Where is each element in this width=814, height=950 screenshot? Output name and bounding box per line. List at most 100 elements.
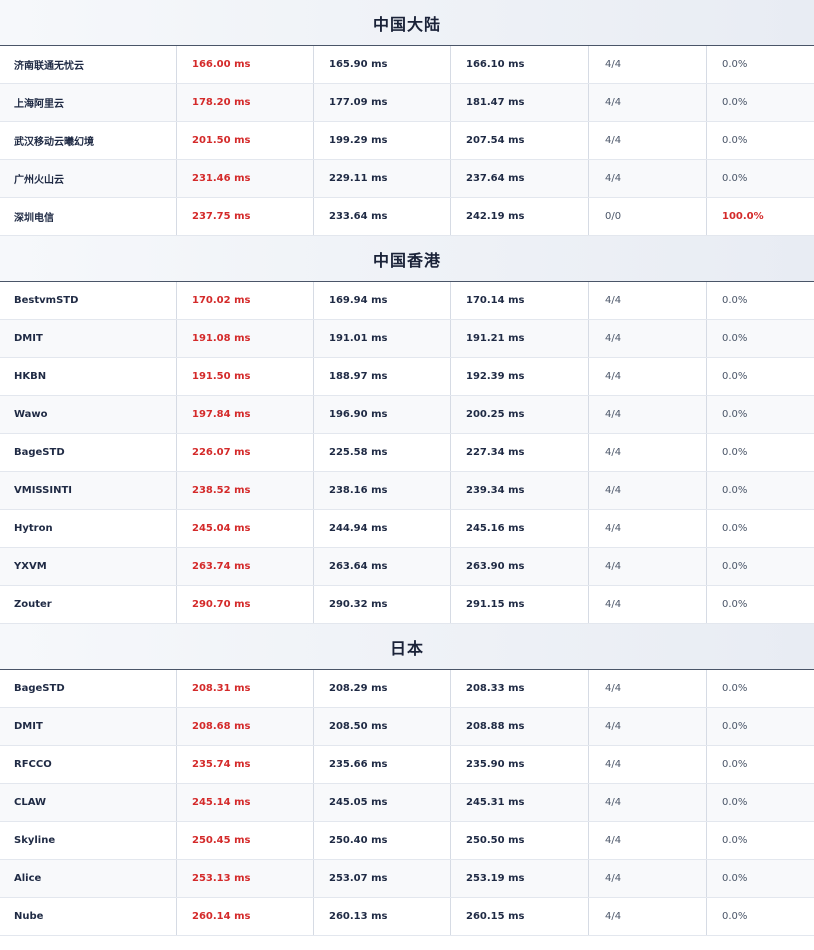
table-row: DMIT 208.68 ms 208.50 ms 208.88 ms 4/4 0.0% xyxy=(0,708,814,746)
min-latency: 196.90 ms xyxy=(314,396,451,433)
packet-loss: 0.0% xyxy=(722,409,748,420)
min-latency: 191.01 ms xyxy=(314,320,451,357)
min-latency: 235.66 ms xyxy=(314,746,451,783)
node-name: CLAW xyxy=(0,784,177,821)
packets-received: 0/0 xyxy=(589,198,707,235)
table-row: 深圳电信 237.75 ms 233.64 ms 242.19 ms 0/0 100.0% xyxy=(0,198,814,236)
table-row: DMIT 191.08 ms 191.01 ms 191.21 ms 4/4 0.0% xyxy=(0,320,814,358)
avg-latency: 231.46 ms xyxy=(177,160,314,197)
packet-loss: 0.0% xyxy=(722,371,748,382)
packet-loss: 0.0% xyxy=(722,683,748,694)
packet-loss: 0.0% xyxy=(722,873,748,884)
avg-latency: 237.75 ms xyxy=(177,198,314,235)
table-row: 武汉移动云曦幻境 201.50 ms 199.29 ms 207.54 ms 4/4 0.… xyxy=(0,122,814,160)
node-name: 上海阿里云 xyxy=(0,84,177,121)
max-latency: 208.33 ms xyxy=(451,670,589,707)
table-row: VMISSINTI 238.52 ms 238.16 ms 239.34 ms 4/4 0… xyxy=(0,472,814,510)
packets-received: 4/4 xyxy=(589,122,707,159)
table-row: Skyline 250.45 ms 250.40 ms 250.50 ms 4/4 0.0… xyxy=(0,822,814,860)
packet-loss: 0.0% xyxy=(722,797,748,808)
packet-loss: 0.0% xyxy=(722,759,748,770)
min-latency: 199.29 ms xyxy=(314,122,451,159)
max-latency: 237.64 ms xyxy=(451,160,589,197)
packets-received: 4/4 xyxy=(589,396,707,433)
avg-latency: 197.84 ms xyxy=(177,396,314,433)
table-row: RFCCO 235.74 ms 235.66 ms 235.90 ms 4/4 0.0% xyxy=(0,746,814,784)
min-latency: 290.32 ms xyxy=(314,586,451,623)
min-latency: 229.11 ms xyxy=(314,160,451,197)
max-latency: 260.15 ms xyxy=(451,898,589,935)
min-latency: 188.97 ms xyxy=(314,358,451,395)
avg-latency: 226.07 ms xyxy=(177,434,314,471)
min-latency: 165.90 ms xyxy=(314,46,451,83)
min-latency: 250.40 ms xyxy=(314,822,451,859)
packet-loss: 0.0% xyxy=(722,333,748,344)
packets-received: 4/4 xyxy=(589,586,707,623)
packets-received: 4/4 xyxy=(589,320,707,357)
min-latency: 233.64 ms xyxy=(314,198,451,235)
packets-received: 4/4 xyxy=(589,472,707,509)
max-latency: 207.54 ms xyxy=(451,122,589,159)
max-latency: 170.14 ms xyxy=(451,282,589,319)
node-name: RFCCO xyxy=(0,746,177,783)
max-latency: 245.31 ms xyxy=(451,784,589,821)
avg-latency: 290.70 ms xyxy=(177,586,314,623)
node-name: Alice xyxy=(0,860,177,897)
packet-loss: 0.0% xyxy=(722,911,748,922)
avg-latency: 178.20 ms xyxy=(177,84,314,121)
table-row: 上海阿里云 178.20 ms 177.09 ms 181.47 ms 4/4 0.0% xyxy=(0,84,814,122)
table-row: Zouter 290.70 ms 290.32 ms 291.15 ms 4/4 0.0% xyxy=(0,586,814,624)
avg-latency: 191.50 ms xyxy=(177,358,314,395)
table-row: Nube 260.14 ms 260.13 ms 260.15 ms 4/4 0.0% xyxy=(0,898,814,936)
node-name: Skyline xyxy=(0,822,177,859)
packet-loss: 0.0% xyxy=(722,485,748,496)
avg-latency: 260.14 ms xyxy=(177,898,314,935)
avg-latency: 166.00 ms xyxy=(177,46,314,83)
packets-received: 4/4 xyxy=(589,510,707,547)
table-row: HKBN 191.50 ms 188.97 ms 192.39 ms 4/4 0.0% xyxy=(0,358,814,396)
avg-latency: 208.68 ms xyxy=(177,708,314,745)
packets-received: 4/4 xyxy=(589,860,707,897)
max-latency: 245.16 ms xyxy=(451,510,589,547)
max-latency: 208.88 ms xyxy=(451,708,589,745)
packet-loss: 0.0% xyxy=(722,97,748,108)
max-latency: 166.10 ms xyxy=(451,46,589,83)
node-name: VMISSINTI xyxy=(0,472,177,509)
max-latency: 200.25 ms xyxy=(451,396,589,433)
avg-latency: 245.04 ms xyxy=(177,510,314,547)
avg-latency: 201.50 ms xyxy=(177,122,314,159)
avg-latency: 170.02 ms xyxy=(177,282,314,319)
packets-received: 4/4 xyxy=(589,670,707,707)
node-name: 深圳电信 xyxy=(0,198,177,235)
table-row: Alice 253.13 ms 253.07 ms 253.19 ms 4/4 0.0% xyxy=(0,860,814,898)
packets-received: 4/4 xyxy=(589,822,707,859)
latency-table: 中国大陆 济南联通无忧云 166.00 ms 165.90 ms 166.10 ms 4/… xyxy=(0,0,814,936)
packets-received: 4/4 xyxy=(589,548,707,585)
packets-received: 4/4 xyxy=(589,160,707,197)
node-name: BestvmSTD xyxy=(0,282,177,319)
packet-loss: 0.0% xyxy=(722,135,748,146)
table-row: BageSTD 208.31 ms 208.29 ms 208.33 ms 4/4 0.0… xyxy=(0,670,814,708)
avg-latency: 263.74 ms xyxy=(177,548,314,585)
min-latency: 245.05 ms xyxy=(314,784,451,821)
min-latency: 253.07 ms xyxy=(314,860,451,897)
min-latency: 208.50 ms xyxy=(314,708,451,745)
section-header: 中国大陆 xyxy=(0,0,814,46)
table-row: BestvmSTD 170.02 ms 169.94 ms 170.14 ms 4/4 0… xyxy=(0,282,814,320)
node-name: Zouter xyxy=(0,586,177,623)
table-row: BageSTD 226.07 ms 225.58 ms 227.34 ms 4/4 0.0… xyxy=(0,434,814,472)
min-latency: 208.29 ms xyxy=(314,670,451,707)
section-header: 中国香港 xyxy=(0,236,814,282)
max-latency: 191.21 ms xyxy=(451,320,589,357)
packets-received: 4/4 xyxy=(589,434,707,471)
node-name: 济南联通无忧云 xyxy=(0,46,177,83)
max-latency: 181.47 ms xyxy=(451,84,589,121)
packet-loss: 0.0% xyxy=(722,561,748,572)
table-row: YXVM 263.74 ms 263.64 ms 263.90 ms 4/4 0.0% xyxy=(0,548,814,586)
node-name: Nube xyxy=(0,898,177,935)
avg-latency: 235.74 ms xyxy=(177,746,314,783)
packet-loss: 0.0% xyxy=(722,295,748,306)
packet-loss: 0.0% xyxy=(722,599,748,610)
section-header: 日本 xyxy=(0,624,814,670)
node-name: BageSTD xyxy=(0,670,177,707)
